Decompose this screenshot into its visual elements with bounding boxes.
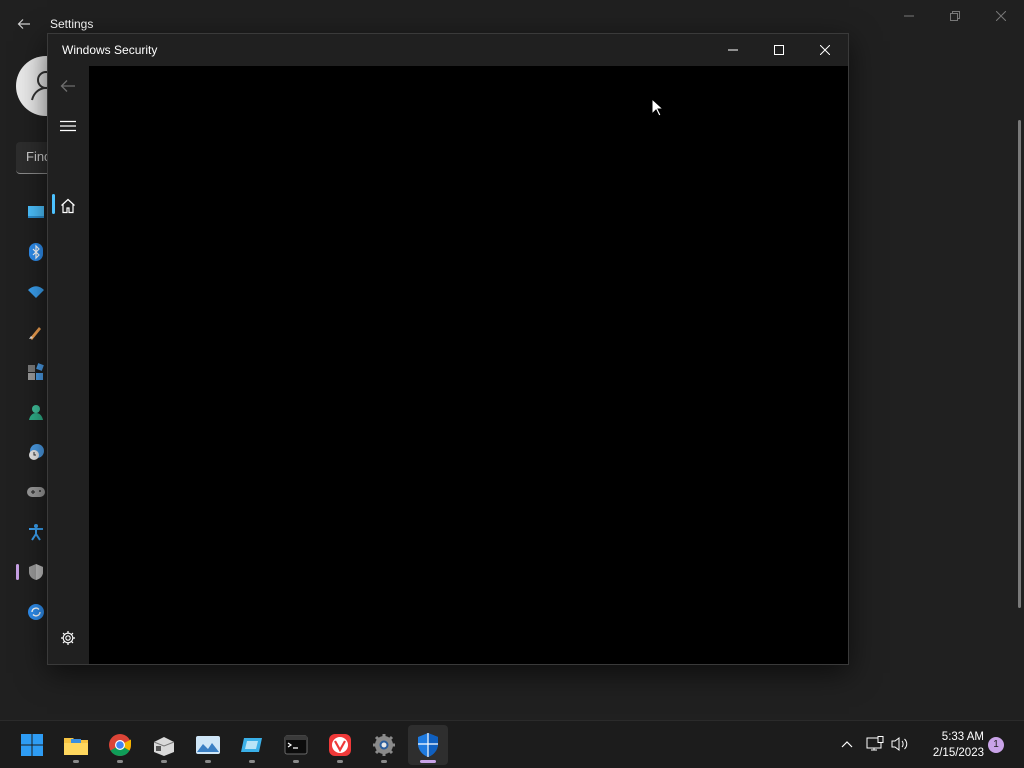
taskbar-file-explorer[interactable] [56,725,96,765]
close-icon [996,11,1006,21]
privacy-security-icon[interactable] [24,560,48,584]
settings-active-indicator [16,564,19,580]
home-icon [61,198,75,214]
running-indicator [381,760,387,763]
personalization-icon[interactable] [24,320,48,344]
windows-security-window: Windows Security [47,33,849,665]
windows-security-icon [418,733,438,757]
security-titlebar[interactable]: Windows Security [48,34,848,66]
network-icon[interactable] [24,280,48,304]
minimize-icon [904,15,914,17]
close-icon [820,45,830,55]
security-settings-button[interactable] [52,622,84,654]
restore-icon [950,11,960,21]
photos-icon [196,736,220,754]
settings-back-button[interactable] [12,12,36,36]
clock-date: 2/15/2023 [932,747,984,759]
running-indicator [337,760,343,763]
running-indicator [73,760,79,763]
security-menu-button[interactable] [52,110,84,142]
terminal-icon [284,735,308,755]
settings-icon [373,734,395,756]
network-tray-button[interactable] [864,733,886,755]
security-minimize-button[interactable] [710,34,756,66]
running-indicator [205,760,211,763]
settings-minimize-button[interactable] [886,0,932,32]
taskbar-app-installer[interactable] [144,725,184,765]
maximize-icon [774,45,784,55]
gaming-icon[interactable] [24,480,48,504]
notification-badge[interactable]: 1 [988,737,1004,753]
active-window-indicator [420,760,436,763]
security-content-area [89,66,848,664]
vivaldi-icon [329,734,351,756]
taskbar-chrome[interactable] [100,725,140,765]
snipping-tool-icon [241,738,262,752]
security-home-button[interactable] [52,190,84,222]
settings-restore-button[interactable] [932,0,978,32]
bluetooth-icon[interactable] [24,240,48,264]
security-close-button[interactable] [802,34,848,66]
taskbar-vivaldi[interactable] [320,725,360,765]
accounts-icon[interactable] [24,400,48,424]
taskbar-terminal[interactable] [276,725,316,765]
volume-icon [891,737,908,751]
taskbar-windows-security[interactable] [408,725,448,765]
settings-close-button[interactable] [978,0,1024,32]
security-back-button[interactable] [52,70,84,102]
settings-window-title: Settings [50,17,94,31]
taskbar-clock[interactable]: 5:33 AM 2/15/2023 [916,729,984,761]
windows-update-icon[interactable] [24,600,48,624]
ethernet-network-icon [866,736,884,751]
minimize-icon [728,49,738,51]
back-arrow-icon [17,19,30,29]
apps-icon[interactable] [24,360,48,384]
back-arrow-icon [60,80,75,92]
taskbar-photos[interactable] [188,725,228,765]
chevron-up-icon [841,741,853,748]
show-hidden-icons-button[interactable] [836,733,858,755]
settings-scrollbar[interactable] [1018,120,1021,608]
chrome-icon [109,734,131,756]
security-maximize-button[interactable] [756,34,802,66]
time-language-icon[interactable] [24,440,48,464]
app-installer-icon [153,737,175,756]
running-indicator [161,760,167,763]
accessibility-icon[interactable] [24,520,48,544]
system-icon[interactable] [24,200,48,224]
start-icon [21,734,43,756]
file-explorer-icon [64,738,88,755]
start-button[interactable] [12,725,52,765]
hamburger-menu-icon [60,120,76,132]
settings-gear-icon [61,631,75,645]
running-indicator [117,760,123,763]
taskbar: 5:33 AM 2/15/2023 1 [0,720,1024,768]
mouse-cursor-icon [651,98,665,117]
volume-tray-button[interactable] [889,733,911,755]
running-indicator [249,760,255,763]
taskbar-snipping-tool[interactable] [232,725,272,765]
security-window-title: Windows Security [62,43,158,57]
running-indicator [293,760,299,763]
security-nav-pane [48,66,89,664]
taskbar-settings[interactable] [364,725,404,765]
clock-time: 5:33 AM [941,731,984,743]
